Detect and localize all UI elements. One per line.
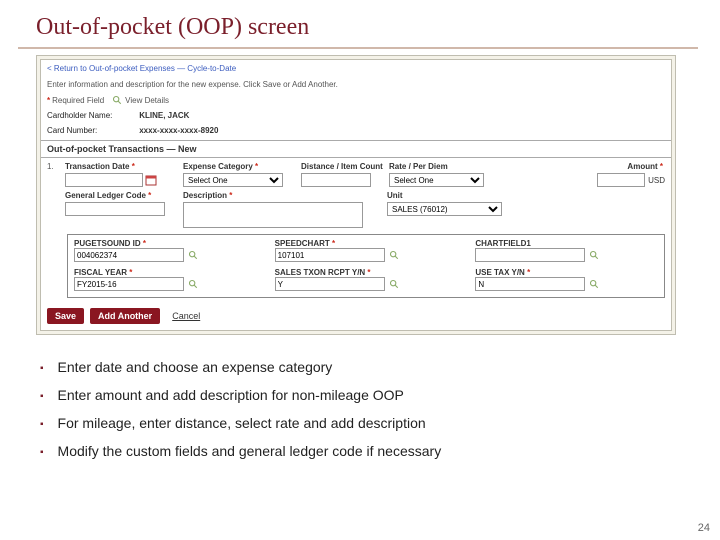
sales-txon-label: SALES TXON RCPT Y/N: [275, 268, 366, 277]
row-number: 1.: [47, 162, 57, 187]
view-details-label: View Details: [125, 96, 169, 105]
bullet-list: Enter date and choose an expense categor…: [40, 353, 720, 465]
page-number: 24: [698, 522, 710, 534]
chartfield1-input[interactable]: [475, 248, 585, 262]
use-tax-label: USE TAX Y/N: [475, 268, 525, 277]
star-icon: *: [132, 162, 135, 171]
expense-category-label: Expense Category: [183, 162, 253, 171]
description-input[interactable]: [183, 202, 363, 228]
use-tax-input[interactable]: [475, 277, 585, 291]
back-link[interactable]: < Return to Out-of-pocket Expenses — Cyc…: [41, 60, 671, 77]
star-icon: *: [660, 162, 663, 171]
instruction-text: Enter information and description for th…: [41, 77, 671, 92]
fiscal-year-label: FISCAL YEAR: [74, 268, 127, 277]
star-icon: *: [143, 239, 146, 248]
star-icon: *: [47, 96, 50, 105]
gl-code-input[interactable]: [65, 202, 165, 216]
bullet-item: Modify the custom fields and general led…: [40, 437, 720, 465]
required-row: *Required Field View Details: [41, 92, 671, 108]
title-underline: [18, 47, 698, 49]
form-row-2: General Ledger Code * Description * Unit…: [41, 187, 671, 228]
cancel-link[interactable]: Cancel: [172, 311, 200, 321]
bullet-item: Enter amount and add description for non…: [40, 381, 720, 409]
gl-code-label: General Ledger Code: [65, 191, 146, 200]
card-number-value: xxxx-xxxx-xxxx-8920: [139, 126, 218, 135]
calendar-icon[interactable]: [145, 174, 157, 186]
custom-fields-box: PUGETSOUND ID * SPEEDCHART * CHARTFIELD1…: [67, 234, 665, 298]
star-icon: *: [255, 162, 258, 171]
chartfield1-label: CHARTFIELD1: [475, 239, 531, 248]
save-button[interactable]: Save: [47, 308, 84, 324]
card-number-label: Card Number:: [47, 126, 137, 135]
distance-label: Distance / Item Count: [301, 162, 381, 171]
amount-input[interactable]: [597, 173, 645, 187]
screenshot-frame: < Return to Out-of-pocket Expenses — Cyc…: [36, 55, 676, 335]
star-icon: *: [148, 191, 151, 200]
expense-category-select[interactable]: Select One: [183, 173, 283, 187]
screenshot-inner: < Return to Out-of-pocket Expenses — Cyc…: [40, 59, 672, 331]
fiscal-year-input[interactable]: [74, 277, 184, 291]
pugetsound-id-input[interactable]: [74, 248, 184, 262]
form-row-1: 1. Transaction Date * Expense Category *…: [41, 158, 671, 187]
magnifier-icon[interactable]: [188, 279, 198, 289]
add-another-button[interactable]: Add Another: [90, 308, 160, 324]
amount-currency: USD: [648, 176, 665, 185]
transaction-date-input[interactable]: [65, 173, 143, 187]
unit-select[interactable]: SALES (76012): [387, 202, 502, 216]
star-icon: *: [527, 268, 530, 277]
magnifier-icon[interactable]: [389, 250, 399, 260]
magnifier-icon[interactable]: [589, 250, 599, 260]
magnifier-icon[interactable]: [589, 279, 599, 289]
star-icon: *: [367, 268, 370, 277]
star-icon: *: [129, 268, 132, 277]
pugetsound-id-label: PUGETSOUND ID: [74, 239, 141, 248]
cardholder-row: Cardholder Name: KLINE, JACK: [41, 108, 671, 123]
cardholder-label: Cardholder Name:: [47, 111, 137, 120]
unit-label: Unit: [387, 191, 507, 200]
required-field-label: Required Field: [52, 96, 104, 105]
button-row: Save Add Another Cancel: [41, 302, 671, 330]
speedchart-input[interactable]: [275, 248, 385, 262]
transaction-date-label: Transaction Date: [65, 162, 129, 171]
bullet-item: Enter date and choose an expense categor…: [40, 353, 720, 381]
magnifier-icon: [112, 95, 122, 105]
rate-select[interactable]: Select One: [389, 173, 484, 187]
magnifier-icon[interactable]: [389, 279, 399, 289]
distance-input[interactable]: [301, 173, 371, 187]
speedchart-label: SPEEDCHART: [275, 239, 330, 248]
sales-txon-input[interactable]: [275, 277, 385, 291]
slide-title: Out-of-pocket (OOP) screen: [0, 0, 720, 47]
description-label: Description: [183, 191, 227, 200]
amount-label: Amount: [627, 162, 657, 171]
bullet-item: For mileage, enter distance, select rate…: [40, 409, 720, 437]
section-title: Out-of-pocket Transactions — New: [41, 140, 671, 158]
star-icon: *: [229, 191, 232, 200]
card-row: Card Number: xxxx-xxxx-xxxx-8920: [41, 123, 671, 138]
cardholder-value: KLINE, JACK: [139, 111, 189, 120]
star-icon: *: [332, 239, 335, 248]
magnifier-icon[interactable]: [188, 250, 198, 260]
rate-label: Rate / Per Diem: [389, 162, 489, 171]
